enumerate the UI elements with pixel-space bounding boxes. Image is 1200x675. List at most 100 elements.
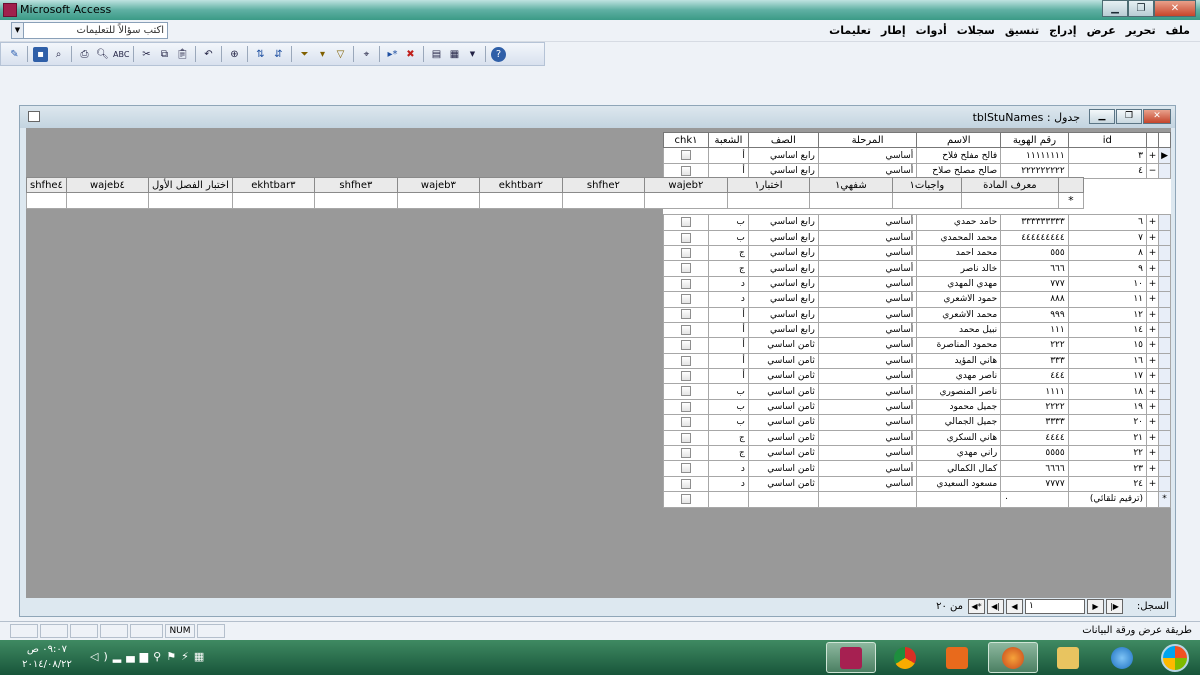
record-selector[interactable]: [1158, 414, 1171, 431]
table-row[interactable]: +٩ ٦٦٦ خالد ناصر أساسي رابع اساسي ج: [662, 260, 1171, 277]
delete-record-icon[interactable]: ✖: [403, 47, 418, 62]
record-selector[interactable]: [1158, 429, 1171, 447]
cell-chk[interactable]: [662, 321, 710, 339]
cell-hawiya[interactable]: ٣٣٣: [1000, 352, 1069, 370]
cell-name[interactable]: كمال الكمالي: [916, 460, 1002, 477]
table-row[interactable]: +١٢ ٩٩٩ محمد الاشعري أساسي رابع اساسي أ: [662, 306, 1171, 323]
table-row[interactable]: +٢٠ ٣٣٣٣ جميل الجمالي أساسي ثامن اساسي ب: [662, 414, 1171, 431]
cell-grade[interactable]: رابع اساسي: [747, 275, 819, 293]
chevron-down-icon[interactable]: ▼: [465, 47, 480, 62]
cell-grade[interactable]: ثامن اساسي: [747, 352, 819, 370]
undo-icon[interactable]: ↶: [201, 47, 216, 62]
checkbox[interactable]: [681, 165, 692, 176]
checkbox[interactable]: [681, 247, 692, 258]
cell-grade[interactable]: ثامن اساسي: [747, 368, 819, 385]
checkbox[interactable]: [681, 355, 692, 366]
corner-cell[interactable]: [1145, 131, 1160, 149]
expand-toggle[interactable]: +: [1145, 244, 1160, 262]
cell-chk[interactable]: [662, 260, 710, 277]
cell-section[interactable]: د: [708, 275, 749, 293]
expand-toggle[interactable]: +: [1145, 147, 1160, 164]
table-row[interactable]: ▶ + ٣ ١١١١١١١١ فالح مفلح فلاح أساسي رابع…: [662, 147, 1171, 164]
cell-stage[interactable]: أساسي: [817, 398, 918, 416]
cell-name[interactable]: حمود الاشعري: [916, 291, 1002, 308]
cell-stage[interactable]: أساسي: [817, 368, 918, 385]
record-selector[interactable]: [1158, 398, 1171, 416]
cell-name[interactable]: راني مهدي: [916, 445, 1002, 462]
cell-hawiya[interactable]: ١١١١: [1000, 383, 1069, 400]
cell-id[interactable]: ١٩: [1067, 398, 1147, 416]
ask-question-input[interactable]: اكتب سؤالاً للتعليمات: [24, 23, 167, 38]
spelling-icon[interactable]: ABC: [113, 47, 129, 62]
record-selector[interactable]: [1158, 162, 1171, 180]
cell-chk[interactable]: [662, 445, 710, 462]
cell-stage[interactable]: أساسي: [817, 337, 918, 354]
cell-section[interactable]: ب: [708, 214, 749, 231]
cell-chk[interactable]: [662, 337, 710, 354]
subcell[interactable]: [960, 192, 1059, 209]
table-row[interactable]: +١٦ ٣٣٣ هاني المؤيد أساسي ثامن اساسي أ: [662, 352, 1171, 370]
cell-name[interactable]: محمود المناصرة: [916, 337, 1002, 354]
apply-filter-icon[interactable]: ▽: [333, 47, 348, 62]
cell-section[interactable]: د: [708, 475, 749, 493]
datasheet-restore-button[interactable]: ❐: [1116, 109, 1142, 124]
chevron-down-icon[interactable]: ▼: [12, 23, 24, 38]
record-selector[interactable]: [1158, 229, 1171, 246]
cell-hawiya[interactable]: ٢٢٢٢: [1000, 398, 1069, 416]
cell-id[interactable]: ٢٣: [1067, 460, 1147, 477]
find-icon[interactable]: ⌖: [359, 47, 374, 62]
expand-toggle[interactable]: +: [1145, 291, 1160, 308]
cell-hawiya[interactable]: ١١١: [1000, 321, 1069, 339]
cell-chk[interactable]: [662, 460, 710, 477]
checkbox[interactable]: [681, 263, 692, 274]
sort-ascending-icon[interactable]: ⇅: [253, 47, 268, 62]
cell-chk[interactable]: [662, 214, 710, 231]
cell-section[interactable]: ج: [708, 429, 749, 447]
start-button[interactable]: [1150, 642, 1200, 673]
expand-toggle[interactable]: −: [1145, 162, 1160, 180]
design-view-icon[interactable]: ✎: [7, 47, 22, 62]
cell-chk[interactable]: [662, 306, 710, 323]
subcell[interactable]: [313, 192, 398, 209]
ie-taskbar-button[interactable]: [1097, 642, 1147, 673]
cell-stage[interactable]: أساسي: [817, 147, 918, 164]
cell-chk[interactable]: [662, 368, 710, 385]
paste-icon[interactable]: 📋︎: [175, 47, 190, 62]
expand-toggle[interactable]: +: [1145, 275, 1160, 293]
subcolumn-header[interactable]: ekhtbar٣: [231, 176, 315, 194]
expand-toggle[interactable]: +: [1145, 352, 1160, 370]
cell-grade[interactable]: رابع اساسي: [747, 291, 819, 308]
subcolumn-header[interactable]: ekhtbar٢: [478, 176, 563, 194]
cell-name[interactable]: خالد ناصر: [916, 260, 1002, 277]
cell-id[interactable]: ٢٤: [1067, 475, 1147, 493]
cell-grade[interactable]: ثامن اساسي: [747, 383, 819, 400]
explorer-taskbar-button[interactable]: [1043, 642, 1093, 673]
cell-name[interactable]: جميل محمود: [916, 398, 1002, 416]
subcolumn-header[interactable]: شفهي١: [808, 176, 893, 194]
cell-stage[interactable]: أساسي: [817, 275, 918, 293]
subcolumn-header[interactable]: معرف المادة: [960, 176, 1059, 194]
current-record-input[interactable]: ١: [1025, 599, 1085, 614]
cell-hawiya[interactable]: ٢٢٢: [1000, 337, 1069, 354]
subdatasheet-new-row[interactable]: *: [26, 192, 1084, 209]
power-icon[interactable]: ⚡: [181, 650, 194, 663]
cell-hawiya[interactable]: ٥٥٥: [1000, 244, 1069, 262]
ask-question-box[interactable]: ▼ اكتب سؤالاً للتعليمات: [11, 22, 168, 39]
firefox-taskbar-button[interactable]: [988, 642, 1038, 673]
table-row[interactable]: +١٨ ١١١١ ناصر المنصوري أساسي ثامن اساسي ب: [662, 383, 1171, 400]
cell-stage[interactable]: أساسي: [817, 229, 918, 246]
corner-cell[interactable]: [1057, 176, 1084, 194]
menu-tools[interactable]: أدوات: [916, 24, 947, 37]
record-selector[interactable]: [1158, 383, 1171, 400]
save-icon[interactable]: ▪: [33, 46, 48, 62]
expand-toggle[interactable]: +: [1145, 337, 1160, 354]
next-record-button[interactable]: ◀: [1006, 599, 1023, 614]
subcolumn-header[interactable]: اختبار الفصل الأول: [147, 176, 233, 194]
cell-section[interactable]: ب: [708, 414, 749, 431]
cell-name[interactable]: جميل الجمالي: [916, 414, 1002, 431]
checkbox[interactable]: [681, 417, 692, 428]
cell-grade[interactable]: رابع اساسي: [747, 229, 819, 246]
checkbox[interactable]: [681, 478, 692, 489]
expand-toggle[interactable]: +: [1145, 214, 1160, 231]
cell-hawiya[interactable]: ٩٩٩: [1000, 306, 1069, 323]
